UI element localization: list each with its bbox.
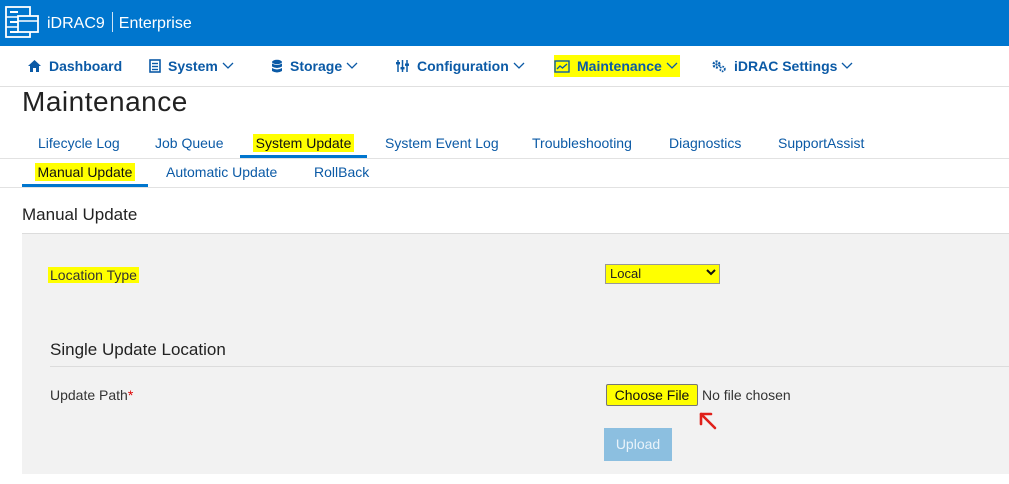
system-update-subtabs: Manual Update Automatic Update RollBack — [0, 158, 1009, 188]
tab-system-update-label: System Update — [252, 134, 355, 152]
chevron-down-icon — [706, 269, 716, 276]
nav-system[interactable]: System — [149, 46, 234, 86]
location-type-value: Local — [610, 266, 642, 281]
top-header-bar: iDRAC9 Enterprise — [0, 0, 1009, 46]
server-logo-icon — [5, 6, 39, 38]
product-name: iDRAC9 — [47, 15, 105, 32]
section-divider — [50, 366, 1009, 367]
tab-diagnostics[interactable]: Diagnostics — [669, 126, 741, 158]
subtab-manual-update-label: Manual Update — [34, 163, 136, 181]
choose-file-button[interactable]: Choose File — [606, 384, 698, 406]
sliders-icon — [396, 60, 409, 72]
location-type-select[interactable]: Local — [605, 264, 720, 284]
tab-troubleshooting[interactable]: Troubleshooting — [532, 126, 632, 158]
main-nav: Dashboard System Storage Configuration M… — [0, 46, 1009, 87]
brand-title: iDRAC9 Enterprise — [47, 12, 192, 33]
brand-divider — [111, 12, 113, 32]
maintenance-tabs: Lifecycle Log Job Queue System Update Sy… — [0, 126, 1009, 159]
single-update-location-title: Single Update Location — [50, 340, 226, 359]
monitor-chart-icon — [554, 59, 570, 73]
chevron-down-icon — [666, 62, 678, 69]
nav-configuration-label: Configuration — [417, 58, 509, 74]
upload-button[interactable]: Upload — [604, 428, 672, 461]
chevron-down-icon — [513, 62, 525, 69]
tab-job-queue[interactable]: Job Queue — [155, 126, 224, 158]
red-arrow-annotation-icon — [699, 412, 717, 430]
nav-maintenance-label: Maintenance — [577, 58, 662, 74]
nav-system-label: System — [168, 58, 218, 74]
manual-update-panel: Location Type Local Single Update Locati… — [22, 233, 1009, 474]
nav-idrac-settings-label: iDRAC Settings — [734, 58, 838, 74]
tab-supportassist[interactable]: SupportAssist — [778, 126, 864, 158]
subtab-automatic-update[interactable]: Automatic Update — [166, 158, 277, 187]
manual-update-title: Manual Update — [22, 205, 138, 224]
tab-system-event-log[interactable]: System Event Log — [385, 126, 499, 158]
nav-idrac-settings[interactable]: iDRAC Settings — [711, 46, 853, 86]
chevron-down-icon — [346, 62, 358, 69]
nav-maintenance[interactable]: Maintenance — [554, 55, 680, 77]
nav-dashboard[interactable]: Dashboard — [27, 46, 122, 86]
nav-storage[interactable]: Storage — [271, 46, 358, 86]
home-icon — [28, 60, 41, 72]
tab-system-update[interactable]: System Update — [240, 126, 367, 158]
required-asterisk: * — [127, 387, 134, 403]
chevron-down-icon — [222, 62, 234, 69]
location-type-label: Location Type — [48, 267, 139, 283]
chevron-down-icon — [841, 62, 853, 69]
gears-icon — [712, 60, 726, 73]
update-path-label: Update Path* — [50, 387, 133, 403]
subtab-manual-update[interactable]: Manual Update — [22, 158, 148, 187]
product-edition: Enterprise — [118, 15, 192, 32]
page-title: Maintenance — [22, 86, 188, 117]
no-file-chosen-text: No file chosen — [702, 387, 791, 403]
tab-lifecycle-log[interactable]: Lifecycle Log — [38, 126, 120, 158]
nav-storage-label: Storage — [290, 58, 343, 74]
database-icon — [272, 59, 282, 72]
server-icon — [149, 59, 161, 73]
update-path-label-text: Update Path — [50, 387, 128, 403]
subtab-rollback[interactable]: RollBack — [314, 158, 369, 187]
nav-configuration[interactable]: Configuration — [395, 46, 525, 86]
nav-dashboard-label: Dashboard — [49, 58, 123, 74]
